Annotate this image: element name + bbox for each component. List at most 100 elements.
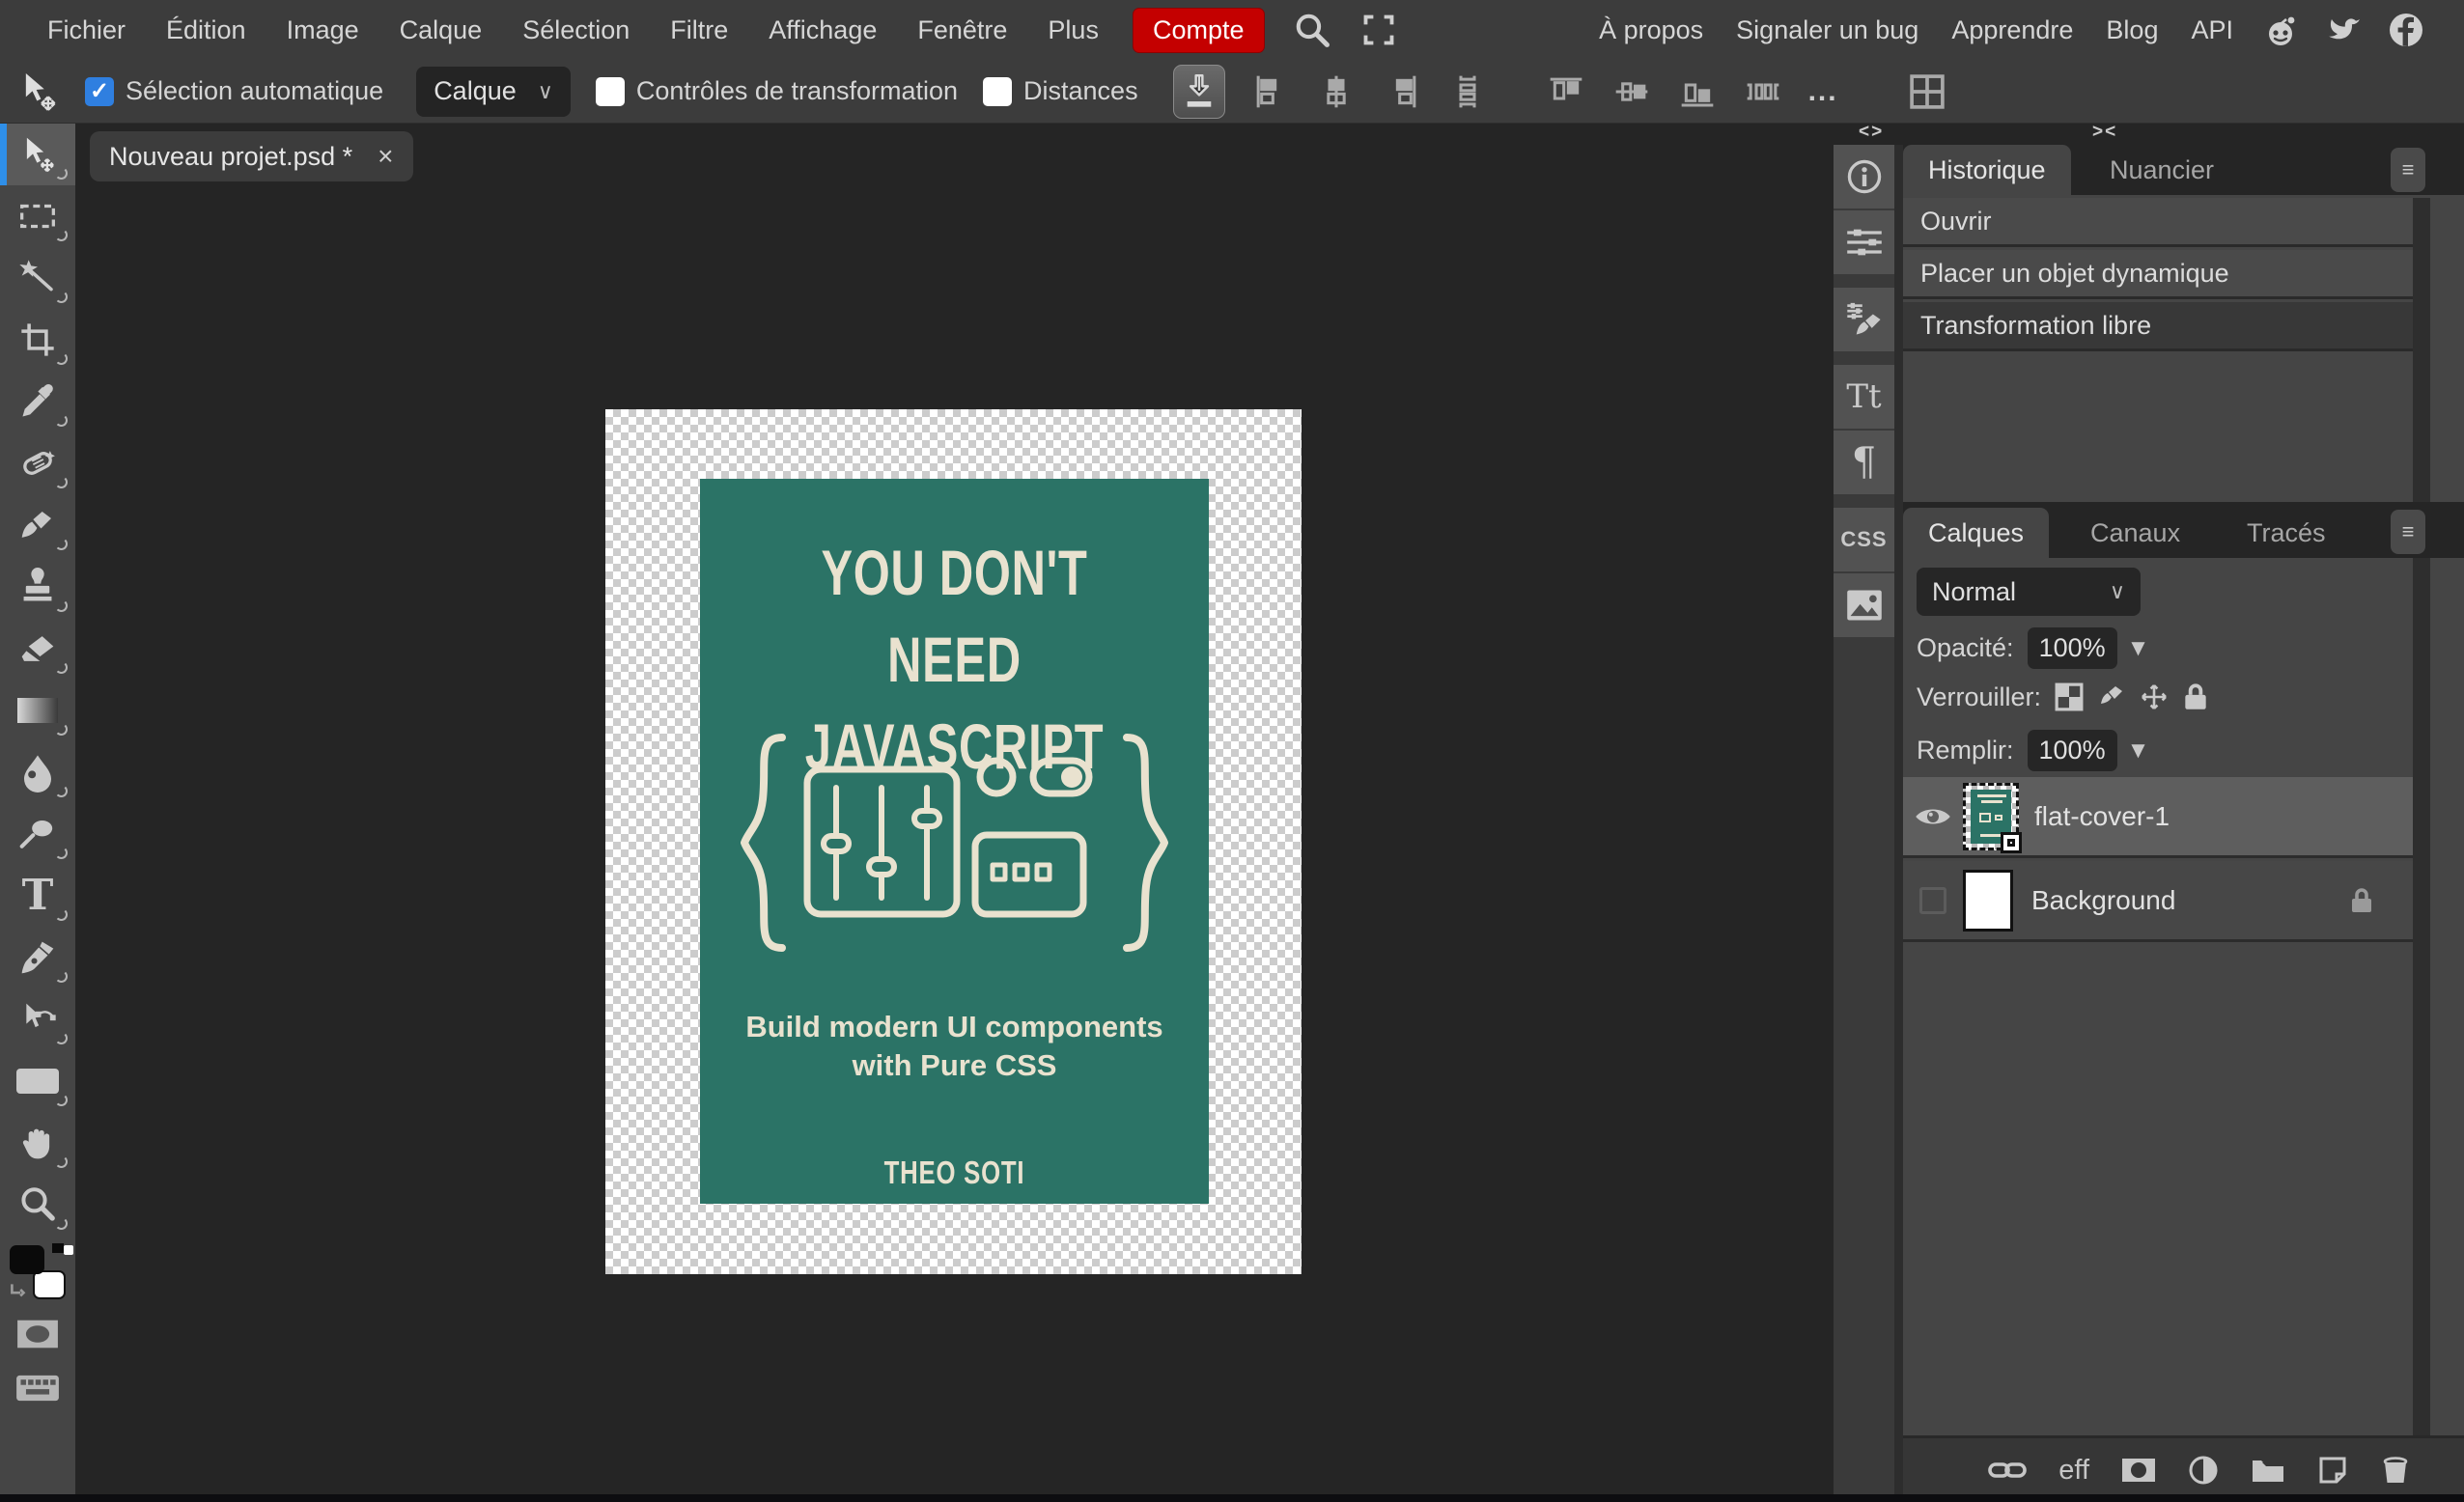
new-layer-icon[interactable] — [2317, 1455, 2348, 1486]
auto-select-checkbox[interactable]: ✓ — [85, 77, 114, 106]
tab-canaux[interactable]: Canaux — [2065, 508, 2205, 558]
arrange-grid-icon[interactable] — [1906, 70, 1948, 113]
align-left-icon[interactable] — [1250, 71, 1291, 112]
history-menu-button[interactable]: ≡ — [2391, 148, 2425, 192]
layer-row-background[interactable]: Background — [1903, 861, 2413, 942]
new-group-icon[interactable] — [2251, 1457, 2285, 1484]
layers-scrollbar[interactable] — [2413, 558, 2430, 1435]
export-button[interactable] — [1173, 65, 1225, 119]
history-item-transformation[interactable]: Transformation libre — [1903, 302, 2413, 351]
pen-tool[interactable] — [0, 927, 75, 988]
link-layers-icon[interactable] — [1988, 1460, 2027, 1481]
menu-edition[interactable]: Édition — [146, 15, 266, 45]
fullscreen-icon[interactable] — [1361, 13, 1396, 47]
background-color-swatch[interactable] — [33, 1270, 66, 1299]
info-panel-button[interactable] — [1834, 145, 1894, 209]
tab-traces[interactable]: Tracés — [2222, 508, 2351, 558]
hand-tool[interactable] — [0, 1112, 75, 1174]
layer-effects-button[interactable]: eff — [2058, 1455, 2089, 1487]
auto-select-target-dropdown[interactable]: Calque ∨ — [416, 67, 571, 117]
shape-tool[interactable] — [0, 1050, 75, 1112]
color-swatches[interactable] — [0, 1236, 75, 1307]
link-api[interactable]: API — [2174, 15, 2250, 45]
paragraph-panel-button[interactable]: ¶ — [1834, 431, 1894, 494]
zoom-tool[interactable] — [0, 1174, 75, 1236]
layers-menu-button[interactable]: ≡ — [2391, 510, 2425, 554]
account-button[interactable]: Compte — [1133, 8, 1265, 53]
facebook-icon[interactable] — [2387, 11, 2425, 49]
opacity-slider-arrow[interactable]: ▼ — [2127, 635, 2150, 662]
move-tool[interactable] — [0, 124, 75, 185]
align-bottom-icon[interactable] — [1677, 71, 1718, 112]
character-panel-button[interactable]: Tt — [1834, 365, 1894, 429]
align-center-h-icon[interactable] — [1316, 71, 1357, 112]
edit-adjust-panel-button[interactable] — [1834, 288, 1894, 351]
transform-controls-checkbox[interactable] — [596, 77, 625, 106]
collapse-panels-handle[interactable]: >< — [2092, 122, 2117, 143]
opacity-value[interactable]: 100% — [2028, 627, 2117, 669]
history-item-placer[interactable]: Placer un objet dynamique — [1903, 250, 2413, 299]
text-tool[interactable]: T — [0, 865, 75, 927]
link-signaler-bug[interactable]: Signaler un bug — [1720, 15, 1935, 45]
layer-row-flat-cover[interactable]: flat-cover-1 — [1903, 777, 2413, 858]
path-select-tool[interactable] — [0, 988, 75, 1050]
layer-thumbnail[interactable] — [1963, 870, 2013, 932]
tab-calques[interactable]: Calques — [1903, 508, 2049, 558]
menu-fichier[interactable]: Fichier — [27, 15, 146, 45]
link-apprendre[interactable]: Apprendre — [1935, 15, 2089, 45]
lock-all-icon[interactable] — [2182, 681, 2209, 712]
foreground-color-swatch[interactable] — [10, 1245, 44, 1274]
tab-nuancier[interactable]: Nuancier — [2085, 145, 2239, 195]
history-scrollbar[interactable] — [2413, 198, 2430, 502]
distribute-vertical-icon[interactable] — [1447, 71, 1488, 112]
eyedropper-tool[interactable] — [0, 371, 75, 432]
image-panel-button[interactable] — [1834, 573, 1894, 637]
layer-thumbnail[interactable] — [1963, 783, 2019, 850]
align-middle-v-icon[interactable] — [1611, 71, 1652, 112]
book-cover-layer[interactable]: YOU DON'T NEED JAVASCRIPT — [700, 479, 1209, 1204]
brush-tool[interactable] — [0, 494, 75, 556]
align-top-icon[interactable] — [1546, 71, 1586, 112]
layer-visibility-toggle[interactable] — [1903, 887, 1963, 914]
blend-mode-dropdown[interactable]: Normal ∨ — [1917, 568, 2141, 616]
distances-checkbox[interactable] — [983, 77, 1012, 106]
menu-selection[interactable]: Sélection — [502, 15, 650, 45]
gradient-tool[interactable] — [0, 680, 75, 741]
document-tab[interactable]: Nouveau projet.psd * × — [90, 131, 413, 181]
close-tab-icon[interactable]: × — [378, 141, 393, 172]
add-mask-icon[interactable] — [2121, 1458, 2156, 1483]
document-page[interactable]: YOU DON'T NEED JAVASCRIPT — [605, 409, 1302, 1274]
keyboard-shortcuts-icon[interactable] — [0, 1361, 75, 1415]
more-options-icon[interactable]: ... — [1808, 75, 1838, 108]
delete-layer-icon[interactable] — [2380, 1455, 2411, 1486]
marquee-select-tool[interactable] — [0, 185, 75, 247]
layer-name[interactable]: Background — [2031, 885, 2349, 916]
link-blog[interactable]: Blog — [2089, 15, 2174, 45]
fill-slider-arrow[interactable]: ▼ — [2127, 737, 2150, 765]
add-adjustment-icon[interactable] — [2188, 1455, 2219, 1486]
blur-tool[interactable] — [0, 741, 75, 803]
menu-plus[interactable]: Plus — [1027, 15, 1119, 45]
menu-image[interactable]: Image — [266, 15, 379, 45]
quick-mask-toggle[interactable] — [0, 1307, 75, 1361]
css-panel-button[interactable]: CSS — [1834, 508, 1894, 571]
align-right-icon[interactable] — [1382, 71, 1422, 112]
reddit-icon[interactable] — [2261, 11, 2300, 49]
clone-stamp-tool[interactable] — [0, 556, 75, 618]
menu-fenetre[interactable]: Fenêtre — [897, 15, 1027, 45]
adjustments-panel-button[interactable] — [1834, 210, 1894, 274]
healing-brush-tool[interactable] — [0, 432, 75, 494]
lock-position-icon[interactable] — [2140, 682, 2169, 711]
fill-value[interactable]: 100% — [2028, 730, 2117, 771]
eraser-tool[interactable] — [0, 618, 75, 680]
layer-name[interactable]: flat-cover-1 — [2034, 801, 2170, 832]
layer-visibility-toggle[interactable] — [1903, 804, 1963, 829]
history-item-ouvrir[interactable]: Ouvrir — [1903, 198, 2413, 247]
crop-tool[interactable] — [0, 309, 75, 371]
magic-wand-tool[interactable] — [0, 247, 75, 309]
dodge-tool[interactable] — [0, 803, 75, 865]
swap-colors-icon[interactable] — [8, 1280, 29, 1301]
collapse-strip-handle[interactable]: <> — [1859, 122, 1884, 143]
default-colors-icon[interactable] — [52, 1243, 64, 1253]
lock-transparency-icon[interactable] — [2055, 682, 2084, 711]
